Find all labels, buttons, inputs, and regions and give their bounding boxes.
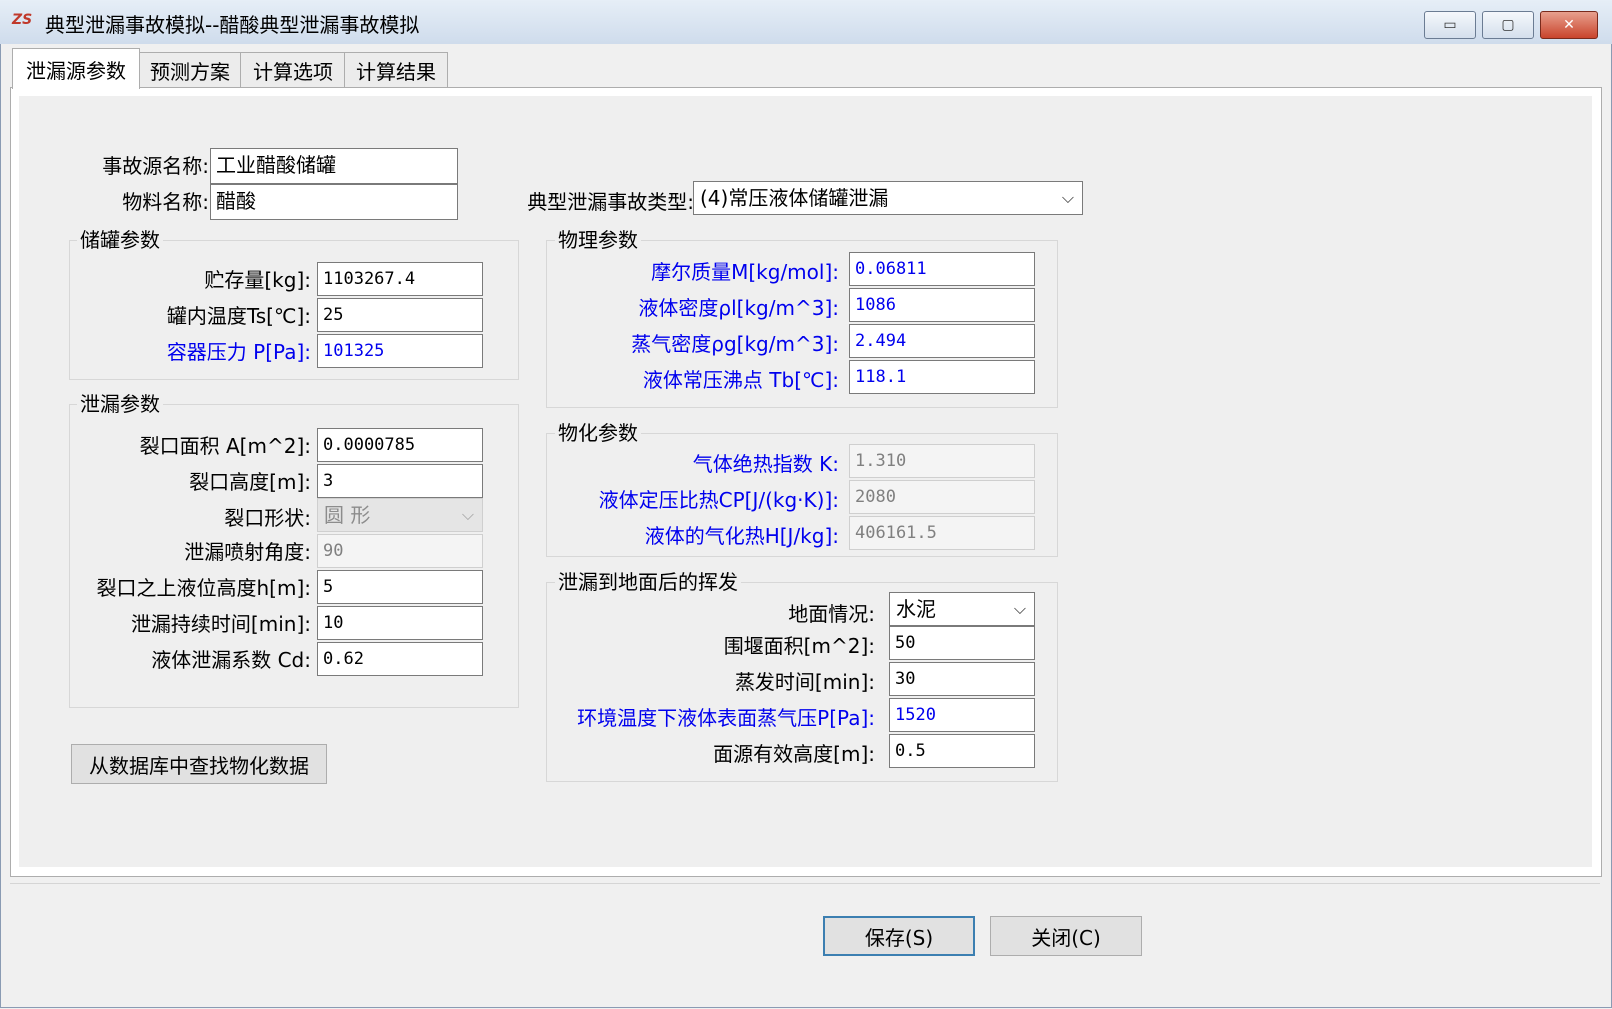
storage-amount-input[interactable]: 1103267.4 <box>317 262 483 296</box>
boiling-point-label: 液体常压沸点 Tb[℃]: <box>642 368 839 392</box>
panel-content: 事故源名称: 工业醋酸储罐 物料名称: 醋酸 典型泄漏事故类型: (4)常压液体… <box>19 96 1592 867</box>
specific-heat-label: 液体定压比热CP[J/(kg·K)]: <box>598 488 839 512</box>
window-title: 典型泄漏事故模拟--醋酸典型泄漏事故模拟 <box>45 13 420 37</box>
tank-temp-label: 罐内温度Ts[℃]: <box>166 304 311 328</box>
leak-params-title: 泄漏参数 <box>77 388 163 417</box>
maximize-button[interactable]: ▢ <box>1482 11 1534 39</box>
discharge-coef-input[interactable]: 0.62 <box>317 642 483 676</box>
source-height-label: 面源有效高度[m]: <box>713 742 875 766</box>
tank-temp-input[interactable]: 25 <box>317 298 483 332</box>
boiling-point-input[interactable]: 118.1 <box>849 360 1035 394</box>
liquid-density-label: 液体密度ρl[kg/m^3]: <box>638 296 839 320</box>
maximize-icon: ▢ <box>1501 17 1515 33</box>
orifice-height-input[interactable]: 3 <box>317 464 483 498</box>
orifice-shape-value: 圆 形 <box>324 503 371 527</box>
minimize-button[interactable]: ▭ <box>1424 11 1476 39</box>
discharge-coef-label: 液体泄漏系数 Cd: <box>151 648 311 672</box>
chevron-down-icon: ⌵ <box>1013 599 1026 618</box>
dike-area-input[interactable]: 50 <box>889 626 1035 660</box>
source-name-label: 事故源名称: <box>102 154 209 178</box>
orifice-shape-select: 圆 形 ⌵ <box>317 498 483 532</box>
minimize-icon: ▭ <box>1443 17 1457 33</box>
vapor-density-label: 蒸气密度ρg[kg/m^3]: <box>631 332 839 356</box>
find-in-database-button[interactable]: 从数据库中查找物化数据 <box>71 744 327 784</box>
ground-type-select[interactable]: 水泥 ⌵ <box>889 592 1035 626</box>
liquid-level-label: 裂口之上液位高度h[m]: <box>96 576 311 600</box>
molar-mass-input[interactable]: 0.06811 <box>849 252 1035 286</box>
material-name-label: 物料名称: <box>122 190 209 214</box>
tab-panel: 事故源名称: 工业醋酸储罐 物料名称: 醋酸 典型泄漏事故类型: (4)常压液体… <box>10 87 1602 877</box>
leak-duration-input[interactable]: 10 <box>317 606 483 640</box>
source-name-input[interactable]: 工业醋酸储罐 <box>210 148 458 184</box>
vapor-density-input[interactable]: 2.494 <box>849 324 1035 358</box>
tab-prediction[interactable]: 预测方案 <box>138 52 242 87</box>
evaporation-time-input[interactable]: 30 <box>889 662 1035 696</box>
tank-pressure-input[interactable]: 101325 <box>317 334 483 368</box>
liquid-level-input[interactable]: 5 <box>317 570 483 604</box>
title-bar: ZS 典型泄漏事故模拟--醋酸典型泄漏事故模拟 ▭ ▢ ✕ <box>0 0 1612 45</box>
tab-leak-source[interactable]: 泄漏源参数 <box>12 48 140 89</box>
specific-heat-input: 2080 <box>849 480 1035 514</box>
ground-type-value: 水泥 <box>896 597 936 621</box>
tank-pressure-label: 容器压力 P[Pa]: <box>166 340 311 364</box>
evaporation-title: 泄漏到地面后的挥发 <box>555 566 741 595</box>
footer-separator <box>10 883 1600 884</box>
vapor-pressure-input[interactable]: 1520 <box>889 698 1035 732</box>
chevron-down-icon: ⌵ <box>1061 188 1074 207</box>
ground-type-label: 地面情况: <box>788 602 875 626</box>
tank-params-title: 储罐参数 <box>77 224 163 253</box>
orifice-height-label: 裂口高度[m]: <box>189 470 311 494</box>
accident-type-value: (4)常压液体储罐泄漏 <box>700 186 889 210</box>
orifice-shape-label: 裂口形状: <box>224 506 311 530</box>
vaporization-heat-label: 液体的气化热H[J/kg]: <box>644 524 839 548</box>
orifice-area-input[interactable]: 0.0000785 <box>317 428 483 462</box>
source-height-input[interactable]: 0.5 <box>889 734 1035 768</box>
chevron-down-icon: ⌵ <box>461 505 474 524</box>
evaporation-time-label: 蒸发时间[min]: <box>734 670 875 694</box>
accident-type-select[interactable]: (4)常压液体储罐泄漏 ⌵ <box>693 181 1083 215</box>
liquid-density-input[interactable]: 1086 <box>849 288 1035 322</box>
chemical-params-title: 物化参数 <box>555 417 641 446</box>
tab-calc-options[interactable]: 计算选项 <box>240 52 346 87</box>
physical-params-title: 物理参数 <box>555 224 641 253</box>
jet-angle-input: 90 <box>317 534 483 568</box>
storage-amount-label: 贮存量[kg]: <box>204 268 311 292</box>
jet-angle-label: 泄漏喷射角度: <box>184 540 311 564</box>
adiabatic-index-label: 气体绝热指数 K: <box>692 452 839 476</box>
app-logo-icon: ZS <box>12 12 33 28</box>
close-button[interactable]: 关闭(C) <box>990 916 1142 956</box>
tab-calc-results[interactable]: 计算结果 <box>344 52 448 87</box>
accident-type-label: 典型泄漏事故类型: <box>527 190 694 214</box>
close-window-button[interactable]: ✕ <box>1540 11 1598 39</box>
leak-duration-label: 泄漏持续时间[min]: <box>130 612 311 636</box>
adiabatic-index-input: 1.310 <box>849 444 1035 478</box>
molar-mass-label: 摩尔质量M[kg/mol]: <box>651 260 839 284</box>
vaporization-heat-input: 406161.5 <box>849 516 1035 550</box>
dike-area-label: 围堰面积[m^2]: <box>723 634 875 658</box>
material-name-input[interactable]: 醋酸 <box>210 184 458 220</box>
orifice-area-label: 裂口面积 A[m^2]: <box>139 434 311 458</box>
close-icon: ✕ <box>1563 17 1575 33</box>
save-button[interactable]: 保存(S) <box>823 916 975 956</box>
vapor-pressure-label: 环境温度下液体表面蒸气压P[Pa]: <box>577 706 875 730</box>
